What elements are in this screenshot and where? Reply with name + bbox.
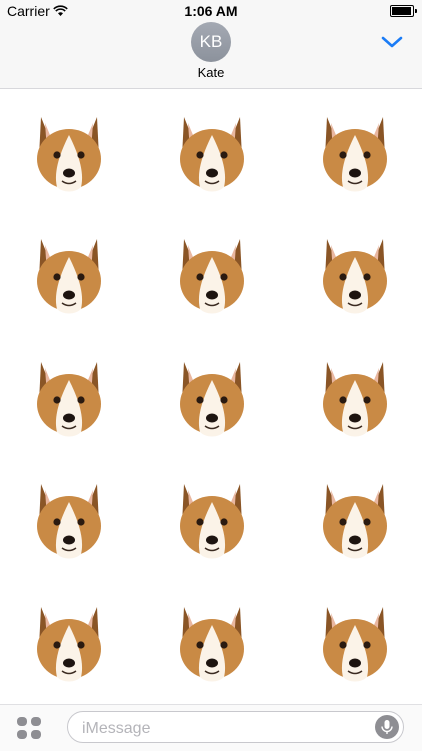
- contact-name[interactable]: Kate: [0, 65, 422, 80]
- message-input[interactable]: [80, 718, 374, 740]
- sticker-corgi-in-bag[interactable]: [303, 99, 407, 203]
- sticker-grid: [0, 89, 422, 704]
- sticker-corgi-blurred-head[interactable]: [17, 589, 121, 693]
- compose-bar: [0, 704, 422, 751]
- sticker-corgi-side-profile[interactable]: [303, 344, 407, 448]
- sticker-corgi-tricolor-tongue[interactable]: [160, 589, 264, 693]
- message-field[interactable]: [67, 711, 404, 743]
- sticker-corgi-blurry-face[interactable]: [17, 344, 121, 448]
- chevron-down-icon[interactable]: [380, 34, 404, 50]
- sticker-corgi-head-ears-up[interactable]: [17, 221, 121, 325]
- sticker-corgi-rosy-cheeks[interactable]: [160, 344, 264, 448]
- status-bar: Carrier 1:06 AM: [0, 0, 422, 22]
- sticker-corgi-with-paws[interactable]: [303, 466, 407, 570]
- avatar[interactable]: KB: [191, 22, 231, 62]
- sticker-corgi-closeup-smile[interactable]: [17, 466, 121, 570]
- battery-icon: [390, 5, 417, 17]
- sticker-corgi-sitting-side[interactable]: [303, 221, 407, 325]
- sticker-corgi-sparkles[interactable]: [303, 589, 407, 693]
- sticker-corgi-drooling[interactable]: [160, 466, 264, 570]
- conversation-header: KB Kate: [0, 22, 422, 89]
- sticker-corgi-head-sketch[interactable]: [17, 99, 121, 203]
- microphone-icon[interactable]: [375, 715, 399, 739]
- clock: 1:06 AM: [184, 3, 238, 19]
- app-grid-icon[interactable]: [16, 717, 42, 739]
- sticker-corgi-head-front[interactable]: [160, 99, 264, 203]
- sticker-corgi-head-large[interactable]: [160, 221, 264, 325]
